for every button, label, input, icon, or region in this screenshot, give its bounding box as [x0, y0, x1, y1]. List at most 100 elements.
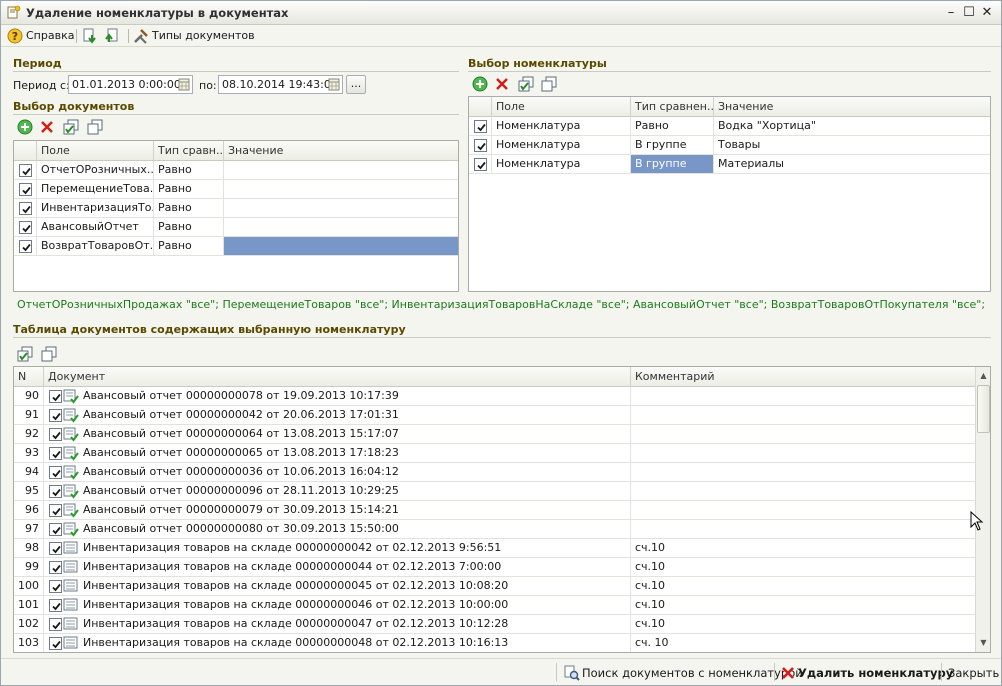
cell-comment[interactable] — [630, 482, 975, 500]
header-number[interactable]: N — [14, 367, 43, 387]
cell-value[interactable] — [223, 180, 458, 198]
row-checkbox[interactable] — [49, 485, 62, 498]
add-icon[interactable] — [17, 119, 33, 135]
cell-compare[interactable]: Равно — [153, 199, 223, 217]
help-button[interactable]: ? Справка — [7, 28, 74, 44]
row-checkbox[interactable] — [19, 183, 32, 196]
cell-comment[interactable] — [630, 520, 975, 538]
arrow-down-doc-icon[interactable] — [82, 28, 98, 44]
row-checkbox[interactable] — [19, 164, 32, 177]
table-row[interactable]: 94 Авансовый отчет 00000000036 от 10.06.2… — [14, 463, 975, 482]
scroll-up-arrow-icon[interactable]: ▲ — [976, 368, 990, 383]
cell-document[interactable]: Инвентаризация товаров на складе 0000000… — [43, 596, 630, 614]
table-row[interactable]: ИнвентаризацияТо... Равно — [14, 199, 458, 218]
cell-value[interactable]: Товары — [713, 136, 990, 154]
cell-field[interactable]: ОтчетОРозничных... — [36, 161, 153, 179]
delete-nomenclature-button[interactable]: Удалить номенклатуру — [781, 665, 953, 681]
check-all-icon[interactable] — [63, 119, 79, 135]
table-row[interactable]: 90 Авансовый отчет 00000000078 от 19.09.2… — [14, 387, 975, 406]
row-checkbox[interactable] — [474, 158, 487, 171]
cell-value[interactable]: Водка "Хортица" — [713, 117, 990, 135]
cell-document[interactable]: Авансовый отчет 00000000096 от 28.11.201… — [43, 482, 630, 500]
cell-document[interactable]: Инвентаризация товаров на складе 0000000… — [43, 634, 630, 652]
cell-field[interactable]: ИнвентаризацияТо... — [36, 199, 153, 217]
cell-comment[interactable]: сч.10 — [630, 577, 975, 595]
table-row[interactable]: 92 Авансовый отчет 00000000064 от 13.08.2… — [14, 425, 975, 444]
row-checkbox[interactable] — [49, 504, 62, 517]
maximize-button[interactable]: ☐ — [961, 5, 977, 21]
row-checkbox[interactable] — [19, 240, 32, 253]
cell-value[interactable] — [223, 237, 458, 255]
vertical-scrollbar[interactable]: ▲ ▼ — [975, 367, 990, 652]
table-row[interactable]: 99 Инвентаризация товаров на складе 00000… — [14, 558, 975, 577]
table-row[interactable]: ВозвратТоваровОт... Равно — [14, 237, 458, 256]
check-all-icon[interactable] — [518, 76, 534, 92]
table-row[interactable]: 101 Инвентаризация товаров на складе 0000… — [14, 596, 975, 615]
add-icon[interactable] — [472, 76, 488, 92]
cell-document[interactable]: Авансовый отчет 00000000064 от 13.08.201… — [43, 425, 630, 443]
row-checkbox[interactable] — [49, 390, 62, 403]
table-row[interactable]: ПеремещениеТова... Равно — [14, 180, 458, 199]
cell-compare[interactable]: В группе — [630, 136, 713, 154]
close-button[interactable]: Закрыть — [948, 665, 999, 681]
close-window-button[interactable]: ✕ — [979, 5, 995, 21]
cell-document[interactable]: Инвентаризация товаров на складе 0000000… — [43, 615, 630, 633]
scroll-down-arrow-icon[interactable]: ▼ — [976, 635, 990, 650]
cell-field[interactable]: Номенклатура — [491, 155, 630, 173]
cell-compare[interactable]: Равно — [630, 117, 713, 135]
cell-comment[interactable] — [630, 463, 975, 481]
cell-document[interactable]: Авансовый отчет 00000000036 от 10.06.201… — [43, 463, 630, 481]
cell-comment[interactable]: сч.10 — [630, 558, 975, 576]
header-value[interactable]: Значение — [223, 141, 458, 161]
row-checkbox[interactable] — [49, 428, 62, 441]
cell-field[interactable]: ПеремещениеТова... — [36, 180, 153, 198]
delete-icon[interactable] — [494, 76, 510, 92]
check-all-icon[interactable] — [17, 346, 33, 362]
cell-compare[interactable]: Равно — [153, 218, 223, 236]
row-checkbox[interactable] — [49, 523, 62, 536]
search-documents-button[interactable]: Поиск документов с номенклатурой — [564, 665, 803, 681]
table-row[interactable]: АвансовыйОтчет Равно — [14, 218, 458, 237]
row-checkbox[interactable] — [49, 409, 62, 422]
table-row[interactable]: 91 Авансовый отчет 00000000042 от 20.06.2… — [14, 406, 975, 425]
cell-comment[interactable]: сч.10 — [630, 539, 975, 557]
doc-types-button[interactable]: Типы документов — [133, 28, 255, 44]
header-comment[interactable]: Комментарий — [630, 367, 975, 387]
cell-comment[interactable] — [630, 501, 975, 519]
uncheck-all-icon[interactable] — [87, 119, 103, 135]
uncheck-all-icon[interactable] — [541, 76, 557, 92]
period-select-button[interactable]: ... — [346, 75, 366, 94]
cell-document[interactable]: Авансовый отчет 00000000080 от 30.09.201… — [43, 520, 630, 538]
row-checkbox[interactable] — [49, 466, 62, 479]
header-document[interactable]: Документ — [43, 367, 630, 387]
delete-icon[interactable] — [39, 119, 55, 135]
cell-compare[interactable]: Равно — [153, 180, 223, 198]
table-row[interactable]: Номенклатура В группе Материалы — [469, 155, 990, 174]
cell-document[interactable]: Авансовый отчет 00000000079 от 30.09.201… — [43, 501, 630, 519]
cell-compare[interactable]: В группе — [630, 155, 713, 173]
cell-comment[interactable]: сч.10 — [630, 615, 975, 633]
scroll-thumb[interactable] — [977, 385, 990, 433]
cell-comment[interactable] — [630, 425, 975, 443]
table-row[interactable]: 103 Инвентаризация товаров на складе 0000… — [14, 634, 975, 652]
header-compare[interactable]: Тип сравн... — [153, 141, 223, 161]
cell-value[interactable] — [223, 218, 458, 236]
cell-value[interactable] — [223, 161, 458, 179]
table-row[interactable]: 95 Авансовый отчет 00000000096 от 28.11.2… — [14, 482, 975, 501]
cell-field[interactable]: Номенклатура — [491, 117, 630, 135]
row-checkbox[interactable] — [474, 120, 487, 133]
cell-document[interactable]: Инвентаризация товаров на складе 0000000… — [43, 539, 630, 557]
row-checkbox[interactable] — [49, 637, 62, 650]
period-from-field[interactable]: 01.01.2013 0:00:00 — [68, 75, 193, 94]
cell-value[interactable]: Материалы — [713, 155, 990, 173]
table-row[interactable]: 98 Инвентаризация товаров на складе 00000… — [14, 539, 975, 558]
cell-compare[interactable]: Равно — [153, 237, 223, 255]
period-to-field[interactable]: 08.10.2014 19:43:09 — [218, 75, 343, 94]
cell-document[interactable]: Инвентаризация товаров на складе 0000000… — [43, 558, 630, 576]
cell-field[interactable]: ВозвратТоваровОт... — [36, 237, 153, 255]
row-checkbox[interactable] — [49, 618, 62, 631]
table-row[interactable]: 100 Инвентаризация товаров на складе 0000… — [14, 577, 975, 596]
table-row[interactable]: 97 Авансовый отчет 00000000080 от 30.09.2… — [14, 520, 975, 539]
table-row[interactable]: ОтчетОРозничных... Равно — [14, 161, 458, 180]
arrow-up-doc-icon[interactable] — [104, 28, 120, 44]
